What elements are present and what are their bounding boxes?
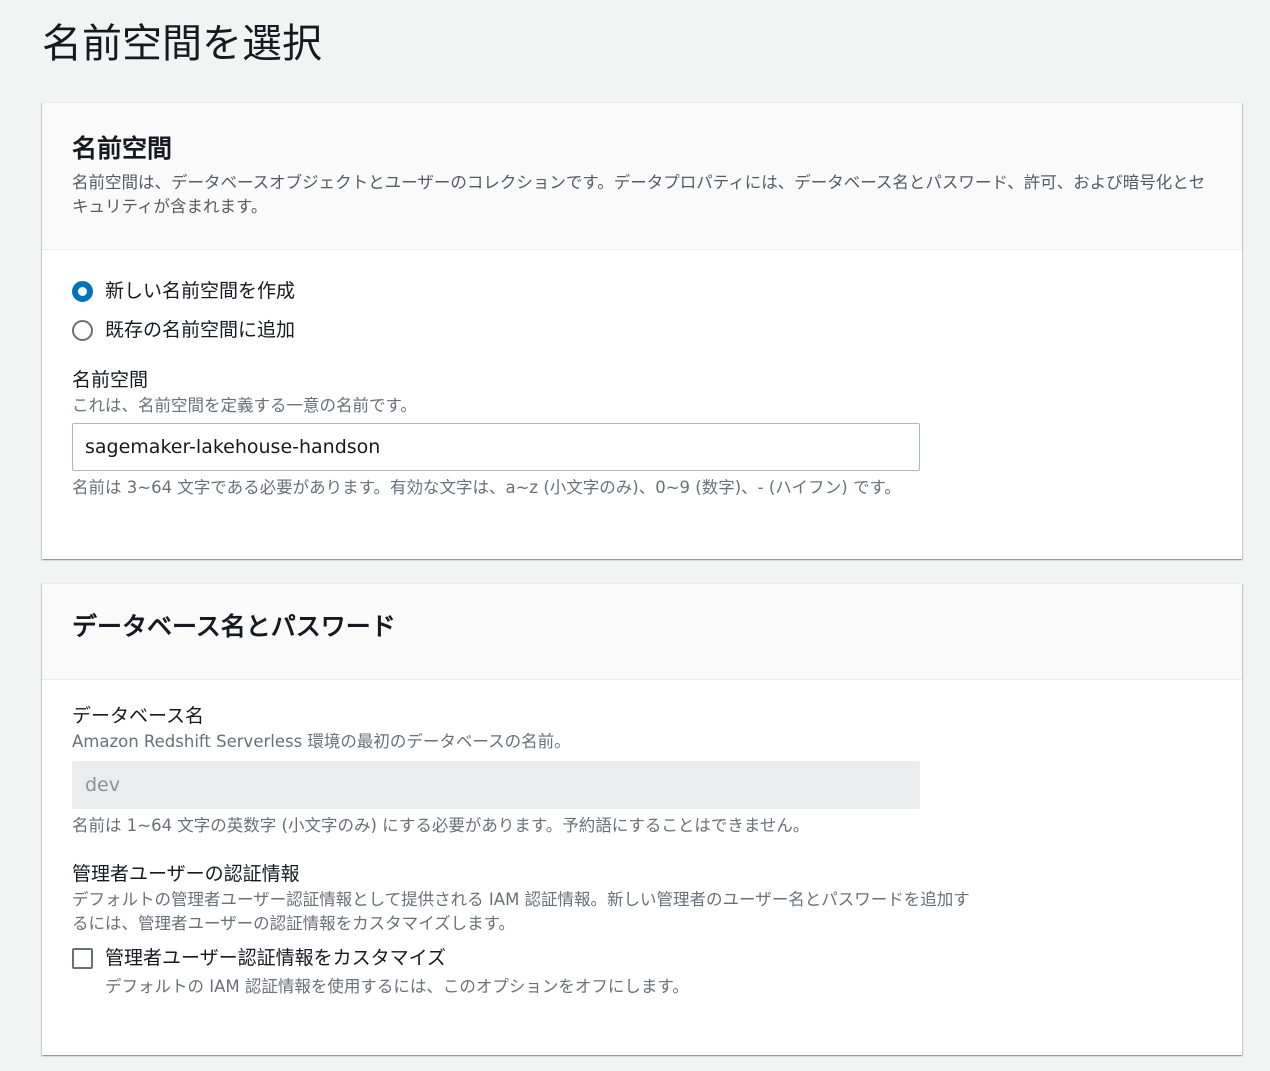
namespace-constraint: 名前は 3~64 文字である必要があります。有効な文字は、a~z (小文字のみ)… xyxy=(72,478,901,497)
radio-unchecked-icon[interactable] xyxy=(72,319,93,341)
namespace-body: 新しい名前空間を作成 既存の名前空間に追加 名前空間 これは、名前空間を定義する… xyxy=(42,250,1242,500)
radio-checked-icon[interactable] xyxy=(72,280,93,302)
namespace-field-description: これは、名前空間を定義する一意の名前です。 xyxy=(72,396,417,415)
radio-create-namespace[interactable]: 新しい名前空間を作成 xyxy=(72,277,1212,305)
database-body: データベース名 Amazon Redshift Serverless 環境の最初… xyxy=(42,680,1242,999)
namespace-header: 名前空間 名前空間は、データベースオブジェクトとユーザーのコレクションです。デー… xyxy=(42,103,1242,250)
database-section-title: データベース名とパスワード xyxy=(72,612,396,641)
radio-create-namespace-label: 新しい名前空間を作成 xyxy=(105,280,296,302)
database-container: データベース名とパスワード データベース名 Amazon Redshift Se… xyxy=(42,583,1242,1055)
customize-admin-checkbox-row[interactable]: 管理者ユーザー認証情報をカスタマイズ xyxy=(72,944,1212,972)
radio-existing-namespace-label: 既存の名前空間に追加 xyxy=(105,319,296,341)
database-name-label: データベース名 xyxy=(72,705,205,727)
namespace-input[interactable] xyxy=(72,423,920,471)
customize-admin-checkbox[interactable] xyxy=(72,947,93,969)
namespace-section-title: 名前空間 xyxy=(72,134,173,163)
database-header: データベース名とパスワード xyxy=(42,584,1242,680)
customize-admin-description: デフォルトの IAM 認証情報を使用するには、このオプションをオフにします。 xyxy=(105,977,689,996)
customize-admin-label: 管理者ユーザー認証情報をカスタマイズ xyxy=(105,947,447,969)
radio-existing-namespace[interactable]: 既存の名前空間に追加 xyxy=(72,316,1212,344)
database-name-input xyxy=(72,761,920,809)
admin-credentials-label: 管理者ユーザーの認証情報 xyxy=(72,863,300,885)
namespace-field-label: 名前空間 xyxy=(72,369,149,391)
namespace-container: 名前空間 名前空間は、データベースオブジェクトとユーザーのコレクションです。デー… xyxy=(42,102,1242,559)
database-name-constraint: 名前は 1~64 文字の英数字 (小文字のみ) にする必要があります。予約語にす… xyxy=(72,816,810,835)
admin-credentials-description: デフォルトの管理者ユーザー認証情報として提供される IAM 認証情報。新しい管理… xyxy=(72,890,970,933)
database-name-description: Amazon Redshift Serverless 環境の最初のデータベースの… xyxy=(72,732,571,751)
page-title: 名前空間を選択 xyxy=(42,21,322,67)
namespace-section-description: 名前空間は、データベースオブジェクトとユーザーのコレクションです。データプロパテ… xyxy=(72,173,1206,216)
